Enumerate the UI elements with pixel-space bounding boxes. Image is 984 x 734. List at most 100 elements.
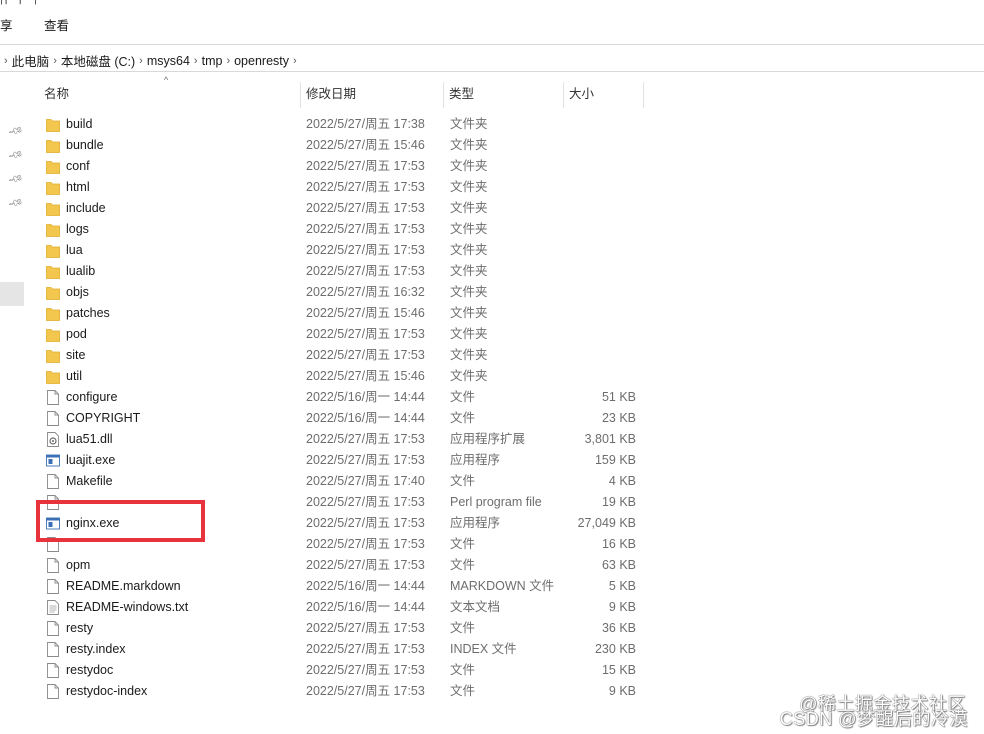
file-date: 2022/5/27/周五 16:32 (306, 285, 425, 299)
file-date: 2022/5/27/周五 17:40 (306, 474, 425, 488)
file-size (560, 135, 636, 156)
chevron-right-icon[interactable]: › (293, 55, 297, 67)
file-size: 27,049 KB (577, 516, 636, 530)
folder-row[interactable]: util 2022/5/27/周五 15:46 文件夹 (0, 366, 984, 387)
address-bar[interactable]: › 此电脑 › 本地磁盘 (C:) › msys64 › tmp › openr… (0, 44, 984, 72)
file-row[interactable]: README.markdown 2022/5/16/周一 14:44 MARKDOW… (0, 576, 984, 597)
file-size: 230 KB (594, 642, 636, 656)
file-row[interactable]: resty.index 2022/5/27/周五 17:53 INDEX 文件 230… (0, 639, 984, 660)
file-date: 2022/5/16/周一 14:44 (306, 411, 425, 425)
file-type: 文件夹 (450, 369, 488, 383)
column-divider[interactable] (643, 82, 644, 108)
file-date: 2022/5/27/周五 17:53 (306, 348, 425, 362)
chevron-right-icon[interactable]: › (194, 55, 198, 67)
file-date: 2022/5/27/周五 15:46 (306, 138, 425, 152)
folder-row[interactable]: include 2022/5/27/周五 17:53 文件夹 (0, 198, 984, 219)
file-date: 2022/5/27/周五 17:53 (306, 159, 425, 173)
folder-row[interactable]: lua 2022/5/27/周五 17:53 文件夹 (0, 240, 984, 261)
file-date: 2022/5/27/周五 17:53 (306, 684, 425, 698)
file-size (560, 114, 636, 135)
crumb-this-pc[interactable]: 此电脑 (12, 51, 50, 70)
file-size (560, 177, 636, 198)
file-type: 应用程序 (450, 516, 501, 530)
file-icon (46, 642, 60, 657)
file-row[interactable]: 2022/5/27/周五 17:53 文件 16 KB (0, 534, 984, 555)
file-size (560, 198, 636, 219)
folder-row[interactable]: site 2022/5/27/周五 17:53 文件夹 (0, 345, 984, 366)
column-header-type[interactable]: 类型 (443, 82, 563, 108)
executable-icon (46, 516, 60, 531)
column-header-modified[interactable]: 修改日期 (300, 82, 443, 108)
file-row[interactable]: luajit.exe 2022/5/27/周五 17:53 应用程序 159 KB (0, 450, 984, 471)
file-size (560, 345, 636, 366)
crumb-local-disk[interactable]: 本地磁盘 (C:) (61, 51, 135, 70)
file-row[interactable]: configure 2022/5/16/周一 14:44 文件 51 KB (0, 387, 984, 408)
file-type: 文件夹 (450, 180, 488, 194)
file-size (560, 156, 636, 177)
file-type: 应用程序 (450, 453, 501, 467)
file-name: README-windows.txt (66, 600, 189, 614)
file-icon (46, 684, 60, 699)
file-row[interactable]: resty 2022/5/27/周五 17:53 文件 36 KB (0, 618, 984, 639)
file-date: 2022/5/16/周一 14:44 (306, 600, 425, 614)
breadcrumb: › 此电脑 › 本地磁盘 (C:) › msys64 › tmp › openr… (0, 51, 301, 70)
file-name: luajit.exe (66, 453, 116, 467)
file-size: 15 KB (601, 663, 636, 677)
file-row[interactable]: opm 2022/5/27/周五 17:53 文件 63 KB (0, 555, 984, 576)
file-size: 3,801 KB (584, 432, 636, 446)
folder-icon (46, 264, 60, 279)
folder-row[interactable]: objs 2022/5/27/周五 16:32 文件夹 (0, 282, 984, 303)
file-size (560, 261, 636, 282)
file-row[interactable]: lua51.dll 2022/5/27/周五 17:53 应用程序扩展 3,801 K… (0, 429, 984, 450)
chevron-right-icon[interactable]: › (139, 55, 143, 67)
executable-icon (46, 453, 60, 468)
tab-share[interactable]: 享 (0, 15, 13, 34)
file-name: conf (66, 159, 90, 173)
file-date: 2022/5/27/周五 17:53 (306, 264, 425, 278)
folder-row[interactable]: html 2022/5/27/周五 17:53 文件夹 (0, 177, 984, 198)
file-name: lua51.dll (66, 432, 113, 446)
folder-row[interactable]: logs 2022/5/27/周五 17:53 文件夹 (0, 219, 984, 240)
chevron-right-icon[interactable]: › (53, 55, 57, 67)
file-icon (46, 579, 60, 594)
file-date: 2022/5/27/周五 17:53 (306, 243, 425, 257)
file-size (560, 324, 636, 345)
chevron-right-icon[interactable]: › (4, 55, 8, 67)
file-date: 2022/5/27/周五 17:53 (306, 432, 425, 446)
crumb-openresty[interactable]: openresty (234, 54, 289, 68)
watermark-csdn: CSDN @梦醒后的冷漠 (779, 709, 968, 729)
folder-icon (46, 285, 60, 300)
file-size: 19 KB (601, 495, 636, 509)
file-size: 4 KB (608, 474, 636, 488)
folder-row[interactable]: conf 2022/5/27/周五 17:53 文件夹 (0, 156, 984, 177)
file-row[interactable]: README-windows.txt 2022/5/16/周一 14:44 文本文档… (0, 597, 984, 618)
folder-icon (46, 243, 60, 258)
crumb-msys64[interactable]: msys64 (147, 54, 190, 68)
file-date: 2022/5/16/周一 14:44 (306, 579, 425, 593)
crumb-tmp[interactable]: tmp (202, 54, 223, 68)
file-row[interactable]: COPYRIGHT 2022/5/16/周一 14:44 文件 23 KB (0, 408, 984, 429)
column-header-name[interactable]: 名称 (38, 82, 300, 108)
folder-icon (46, 180, 60, 195)
file-name: resty (66, 621, 94, 635)
file-row[interactable]: restydoc 2022/5/27/周五 17:53 文件 15 KB (0, 660, 984, 681)
file-row[interactable]: Makefile 2022/5/27/周五 17:40 文件 4 KB (0, 471, 984, 492)
chevron-right-icon[interactable]: › (226, 55, 230, 67)
folder-row[interactable]: pod 2022/5/27/周五 17:53 文件夹 (0, 324, 984, 345)
file-type: 文件夹 (450, 348, 488, 362)
folder-row[interactable]: patches 2022/5/27/周五 15:46 文件夹 (0, 303, 984, 324)
file-type: 文件 (450, 411, 476, 425)
tab-view[interactable]: 查看 (44, 15, 69, 34)
folder-icon (46, 222, 60, 237)
file-type: 文件夹 (450, 222, 488, 236)
folder-row[interactable]: lualib 2022/5/27/周五 17:53 文件夹 (0, 261, 984, 282)
folder-row[interactable]: bundle 2022/5/27/周五 15:46 文件夹 (0, 135, 984, 156)
file-row[interactable]: nginx.exe 2022/5/27/周五 17:53 应用程序 27,049 KB (0, 513, 984, 534)
file-name: build (66, 117, 93, 131)
folder-row[interactable]: build 2022/5/27/周五 17:38 文件夹 (0, 114, 984, 135)
file-row[interactable]: 2022/5/27/周五 17:53 Perl program file 19 KB (0, 492, 984, 513)
column-header-size[interactable]: 大小 (563, 82, 643, 108)
file-type: 文件夹 (450, 201, 488, 215)
file-name: logs (66, 222, 89, 236)
file-date: 2022/5/27/周五 17:53 (306, 180, 425, 194)
